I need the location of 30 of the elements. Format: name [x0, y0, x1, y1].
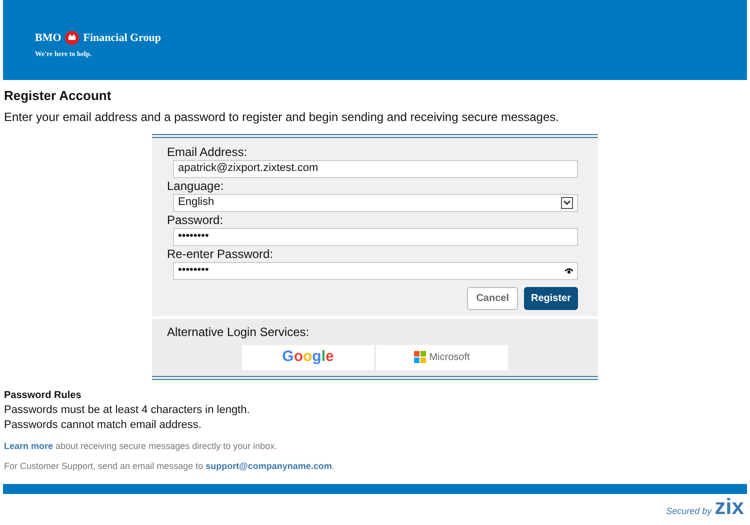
support-email-link[interactable]: support@companyname.com — [206, 461, 332, 471]
support-text: For Customer Support, send an email message to support@companyname.com. — [4, 460, 336, 473]
field-label: Re-enter Password: — [167, 246, 274, 262]
password-field[interactable]: •••••••• — [173, 262, 578, 280]
info-text: Learn more about receiving secure messages directly to your inbox. — [4, 440, 278, 453]
secured-by-text: Secured by — [666, 504, 712, 518]
field-label: Email Address: — [167, 144, 248, 160]
language-select[interactable]: English — [173, 194, 578, 212]
page-title: Register Account — [4, 87, 112, 105]
rule-text: Passwords cannot match email address. — [4, 418, 202, 432]
zix-logo: zix — [714, 496, 744, 516]
email-field[interactable]: apatrick@zixport.zixtest.com — [173, 160, 578, 178]
register-button[interactable]: Register — [524, 286, 578, 310]
intro-text: Enter your email address and a password to register and begin sending and receiving secure messages. — [4, 108, 560, 126]
brand-name: BMO — [35, 31, 62, 46]
cancel-button[interactable]: Cancel — [467, 286, 518, 310]
rule-text: Passwords must be at least 4 characters in length. — [4, 402, 251, 418]
password-field[interactable]: •••••••• — [173, 228, 578, 246]
microsoft-login-button[interactable]: Microsoft — [376, 344, 508, 370]
learn-more-link[interactable]: Learn more — [4, 440, 54, 450]
brand-suffix: Financial Group — [83, 31, 162, 46]
rules-heading: Password Rules — [4, 388, 82, 402]
google-login-button[interactable]: Google — [242, 344, 374, 370]
field-label: Language: — [167, 178, 225, 194]
logo-icon — [65, 31, 80, 46]
section-label: Alternative Login Services: — [167, 324, 310, 340]
field-label: Password: — [167, 212, 224, 228]
reveal-icon[interactable] — [565, 268, 573, 274]
windows-tiles-icon — [414, 351, 426, 363]
caret-icon — [561, 196, 573, 208]
